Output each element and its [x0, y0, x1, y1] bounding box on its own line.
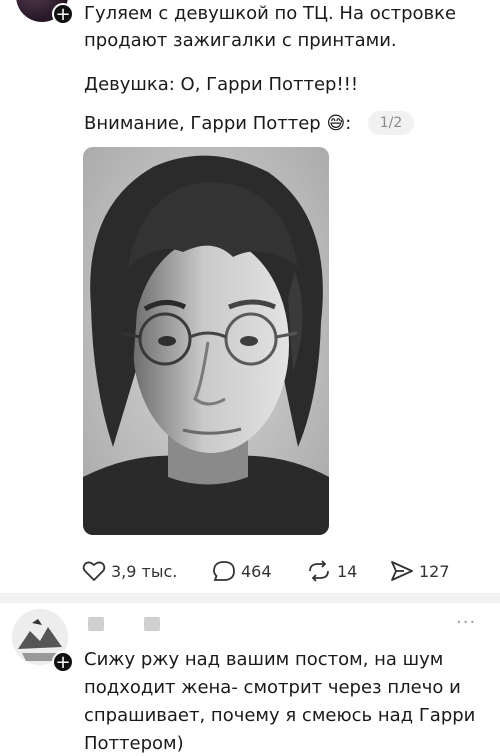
post-quote-2: Внимание, Гарри Поттер 😅:	[84, 111, 351, 136]
post-quote-1: Девушка: О, Гарри Поттер!!!	[84, 74, 359, 95]
follow-plus-icon[interactable]: +	[52, 3, 74, 25]
post-text-line-2: продают зажигалки с принтами.	[84, 30, 397, 51]
comment-icon	[213, 561, 235, 581]
post-text-line-1: Гуляем с девушкой по ТЦ. На островке	[84, 3, 457, 24]
blurred-username	[144, 617, 160, 631]
repost-count: 14	[337, 561, 358, 581]
comment-button[interactable]: 464	[212, 558, 272, 584]
comment-count: 464	[241, 561, 272, 581]
post-quote-2-text: Внимание, Гарри Поттер	[84, 113, 321, 134]
share-count: 127	[419, 561, 450, 581]
post-photo[interactable]	[83, 147, 329, 535]
repost-icon	[309, 560, 329, 582]
repost-button[interactable]: 14	[306, 558, 357, 584]
comment-line-2: подходит жена- смотрит через плечо и	[84, 677, 461, 698]
comment-line-3: спрашивает, почему я смеюсь над Гарри	[84, 705, 476, 726]
comment-line-4: Поттером)	[84, 733, 184, 754]
heart-icon	[82, 561, 106, 582]
like-button[interactable]: 3,9 тыс.	[82, 558, 177, 584]
image-pager: 1/2	[368, 111, 414, 135]
like-count: 3,9 тыс.	[111, 561, 178, 581]
share-icon	[391, 561, 413, 581]
comment-line-1: Сижу ржу над вашим постом, на шум	[84, 649, 444, 670]
follow-plus-icon[interactable]: +	[52, 651, 74, 673]
portrait-illustration	[83, 147, 329, 535]
post-colon: :	[345, 113, 352, 134]
blurred-username	[88, 617, 104, 631]
section-divider	[0, 593, 500, 603]
sweat-smile-emoji: 😅	[326, 113, 346, 134]
more-options-icon[interactable]: ···	[456, 612, 476, 633]
share-button[interactable]: 127	[390, 558, 450, 584]
